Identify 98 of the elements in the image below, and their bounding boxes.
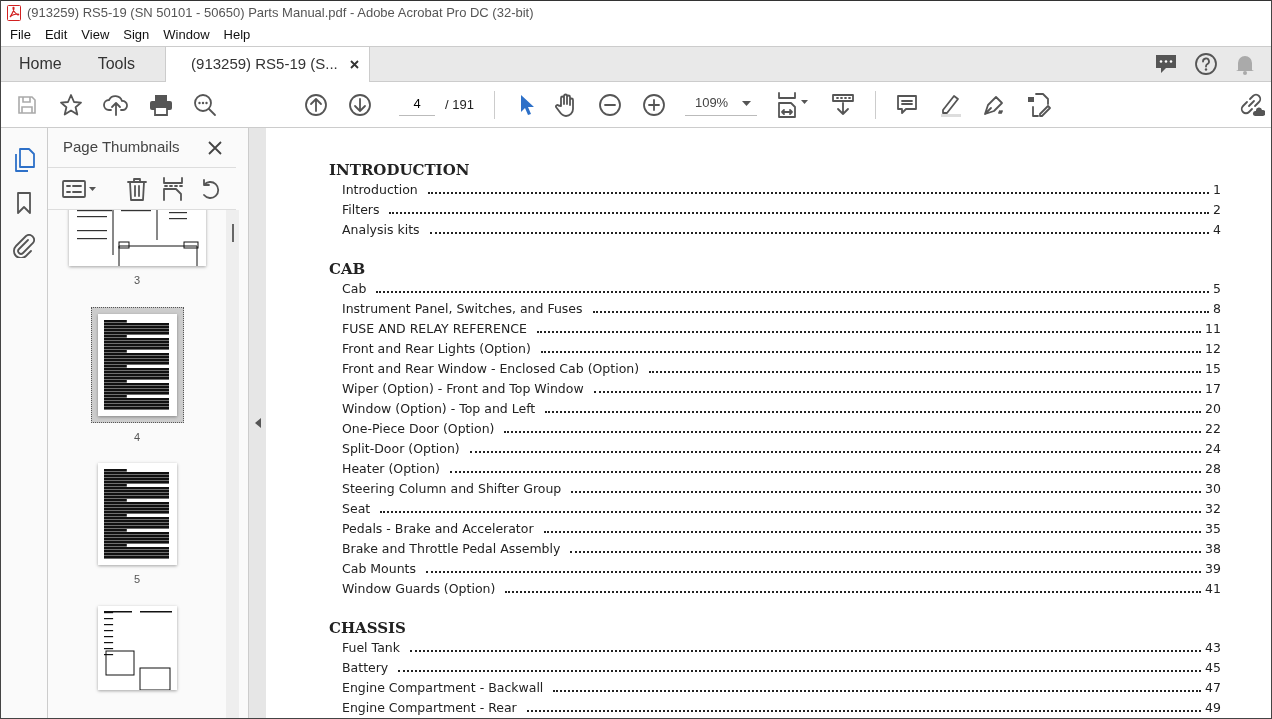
page-number: 4 [1213, 221, 1221, 239]
page-number: 41 [1205, 580, 1221, 598]
collapse-arrow-icon[interactable] [254, 418, 261, 428]
toc-entry[interactable]: Introduction [342, 181, 418, 200]
options-icon[interactable] [62, 178, 98, 199]
page-number: 11 [1205, 320, 1221, 338]
comment-icon[interactable] [895, 93, 918, 116]
page-total: / 191 [445, 95, 474, 114]
toc-entry[interactable]: Engine Compartment - Backwall [342, 679, 544, 698]
page-number: 5 [1213, 280, 1221, 298]
zoom-out-icon[interactable] [598, 93, 621, 116]
bookmark-icon[interactable] [16, 192, 32, 214]
toc-entry[interactable]: Filters [342, 201, 380, 220]
toc-entry[interactable]: Battery [342, 659, 389, 678]
page-label: 3 [133, 273, 141, 288]
page-label: 5 [133, 572, 141, 587]
page-number: 49 [1205, 699, 1221, 717]
page-number: 32 [1205, 500, 1221, 518]
app-logo-icon [7, 4, 21, 21]
close-icon[interactable] [208, 140, 222, 155]
insert-page-icon[interactable] [162, 176, 184, 201]
next-page-icon[interactable] [349, 93, 371, 116]
tab[interactable]: Home [1, 47, 80, 81]
toc-entry[interactable]: One-Piece Door (Option) [342, 420, 495, 439]
fit-page-icon[interactable] [776, 91, 809, 118]
page-number: 8 [1213, 300, 1221, 318]
page-number: 12 [1205, 340, 1221, 358]
toc-entry[interactable]: Cab [342, 280, 367, 299]
menu-item[interactable]: View [74, 25, 117, 45]
trash-icon[interactable] [126, 176, 148, 201]
toc-entry[interactable]: Pedals - Brake and Accelerator [342, 520, 534, 539]
toc-entry[interactable]: Wiper (Option) - Front and Top Window [342, 380, 584, 399]
paperclip-icon[interactable] [13, 234, 35, 258]
panel-title: Page Thumbnails [63, 137, 180, 158]
page-number: 15 [1205, 360, 1221, 378]
tab[interactable]: Tools [79, 47, 154, 81]
link-icon[interactable] [1239, 91, 1265, 118]
search-icon[interactable] [193, 92, 217, 117]
toc-entry[interactable]: Instrument Panel, Switches, and Fuses [342, 300, 583, 319]
page-number: 17 [1205, 380, 1221, 398]
comment-icon[interactable] [1155, 53, 1177, 75]
menu-item[interactable]: File [3, 25, 38, 45]
section-heading: INTRODUCTION [329, 160, 471, 180]
scrollbar[interactable] [226, 210, 239, 718]
page-number: 43 [1205, 639, 1221, 657]
page-number: 35 [1205, 520, 1221, 538]
menu-item[interactable]: Edit [37, 25, 75, 45]
close-icon[interactable] [349, 60, 359, 69]
toc-entry[interactable]: Front and Rear Window - Enclosed Cab (Option) [342, 360, 640, 379]
menu-item[interactable]: Sign [116, 25, 157, 45]
toc-entry[interactable]: Engine Compartment - Rear [342, 699, 517, 718]
toc-entry[interactable]: Fuel Tank [342, 639, 400, 658]
previous-page-icon[interactable] [305, 93, 327, 116]
help-icon[interactable] [1195, 53, 1217, 75]
hand-icon[interactable] [554, 92, 577, 117]
page-number: 38 [1205, 540, 1221, 558]
page-thumbnail[interactable] [97, 463, 177, 565]
menu-item[interactable]: Window [156, 25, 217, 45]
toc-entry[interactable]: Analysis kits [342, 221, 420, 240]
toc-entry[interactable]: Window (Option) - Top and Left [342, 400, 536, 419]
toc-entry[interactable]: Heater (Option) [342, 460, 440, 479]
window-title: (913259) RS5-19 (SN 50101 - 50650) Parts Manual.pdf - Adobe Acrobat Pro DC (32-bit) [27, 3, 534, 22]
toc-entry[interactable]: Seat [342, 500, 371, 519]
page-label: 4 [133, 429, 141, 445]
toc-entry[interactable]: FUSE AND RELAY REFERENCE [342, 320, 527, 339]
page-number: 24 [1205, 440, 1221, 458]
tab[interactable]: (913259) RS5-19 (S... [165, 47, 370, 82]
upload-icon[interactable] [103, 92, 129, 117]
scroll-mode-icon[interactable] [830, 92, 855, 117]
menu-item[interactable]: Help [216, 25, 258, 45]
page-number: 30 [1205, 480, 1221, 498]
pointer-icon[interactable] [518, 93, 535, 116]
page-number: 22 [1205, 420, 1221, 438]
edit-icon[interactable] [1025, 91, 1052, 118]
section-heading: CAB [329, 259, 367, 279]
page-number: 20 [1205, 400, 1221, 418]
toc-entry[interactable]: Brake and Throttle Pedal Assembly [342, 540, 561, 559]
toc-entry[interactable]: Front and Rear Lights (Option) [342, 340, 531, 359]
section-heading: CHASSIS [329, 618, 407, 638]
page-number: 2 [1213, 201, 1221, 219]
page-thumbnail[interactable] [68, 210, 206, 266]
pages-icon[interactable] [13, 148, 35, 172]
page-number: 39 [1205, 560, 1221, 578]
page-number: 1 [1213, 181, 1221, 199]
toc-entry[interactable]: Steering Column and Shifter Group [342, 480, 562, 499]
zoom-dropdown[interactable]: 109% [684, 93, 757, 116]
print-icon[interactable] [149, 93, 173, 116]
toc-entry[interactable]: Split-Door (Option) [342, 440, 460, 459]
page-thumbnail[interactable] [97, 605, 177, 690]
toc-entry[interactable]: Window Guards (Option) [342, 580, 496, 599]
star-icon[interactable] [59, 92, 83, 117]
page-number: 28 [1205, 460, 1221, 478]
toc-entry[interactable]: Cab Mounts [342, 560, 416, 579]
page-number: 47 [1205, 679, 1221, 697]
caret-icon[interactable] [741, 100, 751, 106]
page-thumbnail[interactable] [97, 313, 177, 416]
zoom-in-icon[interactable] [642, 93, 665, 116]
page-number: 45 [1205, 659, 1221, 677]
